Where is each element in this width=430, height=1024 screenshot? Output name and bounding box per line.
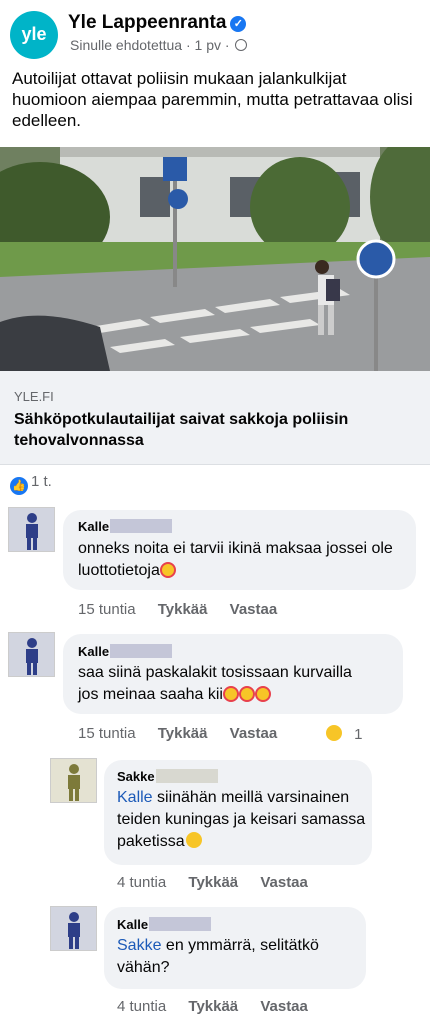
globe-icon bbox=[235, 39, 248, 51]
comment-reactions[interactable]: 1 bbox=[325, 725, 363, 743]
page-name-text[interactable]: Yle Lappeenranta bbox=[68, 12, 226, 33]
rofl-emoji-icon bbox=[238, 686, 255, 702]
reply-button[interactable]: Vastaa bbox=[230, 601, 278, 618]
comment-time[interactable]: 15 tuntia bbox=[78, 725, 136, 742]
like-button[interactable]: Tykkää bbox=[188, 998, 238, 1015]
haha-reaction-icon bbox=[326, 725, 342, 741]
comment-text: saa siinä paskalakit tosissaan kurvailla… bbox=[78, 664, 352, 703]
link-domain: YLE.FI bbox=[14, 389, 54, 404]
laughing-emoji-icon bbox=[185, 832, 202, 848]
comment-text: Sakke en ymmärrä, selitätkö vähän? bbox=[117, 937, 319, 976]
reply-button[interactable]: Vastaa bbox=[260, 998, 308, 1015]
comment-actions: 15 tuntia Tykkää Vastaa bbox=[78, 725, 277, 742]
avatar[interactable] bbox=[8, 507, 55, 552]
rofl-emoji-icon bbox=[222, 686, 239, 702]
like-button[interactable]: Tykkää bbox=[158, 725, 208, 742]
meta-separator: · bbox=[224, 37, 234, 53]
person-silhouette-icon bbox=[26, 513, 38, 550]
rofl-emoji-icon bbox=[159, 562, 176, 578]
comment-author[interactable]: Kalle bbox=[78, 519, 173, 534]
redacted-surname bbox=[149, 917, 212, 931]
comment-author[interactable]: Kalle bbox=[78, 644, 173, 659]
comment-actions: 15 tuntia Tykkää Vastaa bbox=[78, 601, 277, 618]
comment-time[interactable]: 15 tuntia bbox=[78, 601, 136, 618]
comment-time[interactable]: 4 tuntia bbox=[117, 874, 166, 891]
yle-logo[interactable]: yle bbox=[10, 11, 58, 59]
post-text: Autoilijat ottavat poliisin mukaan jalan… bbox=[12, 69, 413, 130]
redacted-surname bbox=[110, 644, 173, 658]
mention-link[interactable]: Kalle bbox=[117, 789, 153, 806]
avatar[interactable] bbox=[50, 758, 97, 803]
like-button[interactable]: Tykkää bbox=[158, 601, 208, 618]
reaction-summary[interactable]: 👍 1 t. bbox=[10, 473, 52, 495]
comment-reaction-count: 1 bbox=[354, 726, 363, 743]
post-time[interactable]: 1 pv bbox=[195, 37, 221, 53]
like-reaction-icon: 👍 bbox=[10, 477, 28, 495]
reply-button[interactable]: Vastaa bbox=[230, 725, 278, 742]
page-name[interactable]: Yle Lappeenranta ✓ bbox=[68, 12, 247, 34]
reply-button[interactable]: Vastaa bbox=[260, 874, 308, 891]
comment-actions: 4 tuntia Tykkää Vastaa bbox=[117, 874, 308, 891]
person-silhouette-icon bbox=[68, 912, 80, 949]
post-meta: Sinulle ehdotettua · 1 pv · bbox=[70, 37, 248, 53]
suggested-label: Sinulle ehdotettua bbox=[70, 37, 183, 53]
meta-separator: · bbox=[185, 37, 195, 53]
crosswalk-scene-image bbox=[0, 147, 430, 371]
redacted-surname bbox=[110, 519, 173, 533]
reaction-count: 1 t. bbox=[31, 473, 52, 490]
link-title[interactable]: Sähköpotkulautailijat saivat sakkoja pol… bbox=[14, 409, 414, 451]
avatar[interactable] bbox=[8, 632, 55, 677]
person-silhouette-icon bbox=[68, 764, 80, 801]
comment-author[interactable]: Sakke bbox=[117, 769, 218, 784]
comment-text: Kalle siinähän meillä varsinainen teiden… bbox=[117, 789, 366, 850]
comment-actions: 4 tuntia Tykkää Vastaa bbox=[117, 998, 308, 1015]
article-photo[interactable] bbox=[0, 147, 430, 371]
post-header: yle Yle Lappeenranta ✓ Sinulle ehdotettua… bbox=[0, 0, 430, 62]
verified-badge-icon: ✓ bbox=[230, 16, 247, 32]
comment-author[interactable]: Kalle bbox=[117, 917, 212, 932]
person-silhouette-icon bbox=[26, 638, 38, 675]
avatar[interactable] bbox=[50, 906, 97, 951]
rofl-emoji-icon bbox=[254, 686, 271, 702]
comment-time[interactable]: 4 tuntia bbox=[117, 998, 166, 1015]
link-preview[interactable]: YLE.FI Sähköpotkulautailijat saivat sakk… bbox=[0, 371, 430, 465]
redacted-surname bbox=[155, 769, 218, 783]
like-button[interactable]: Tykkää bbox=[188, 874, 238, 891]
mention-link[interactable]: Sakke bbox=[117, 937, 161, 954]
comment-text: onneks noita ei tarvii ikinä maksaa joss… bbox=[78, 540, 393, 579]
